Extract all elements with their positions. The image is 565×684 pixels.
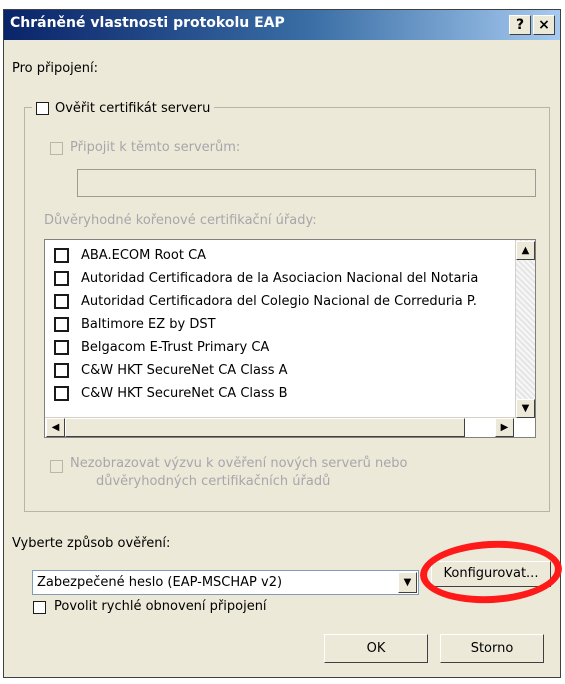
ca-label: Baltimore EZ by DST	[81, 316, 216, 332]
ca-list-item[interactable]: Baltimore EZ by DST	[54, 313, 216, 335]
scroll-down-button[interactable]: ▼	[516, 399, 535, 418]
horizontal-scrollbar[interactable]: ◀ ▶	[45, 417, 516, 437]
ok-button[interactable]: OK	[324, 634, 428, 663]
scroll-up-button[interactable]: ▲	[516, 241, 535, 260]
ca-list-item[interactable]: C&W HKT SecureNet CA Class B	[54, 382, 288, 404]
ca-label: C&W HKT SecureNet CA Class A	[81, 362, 288, 378]
ca-list-item[interactable]: Belgacom E-Trust Primary CA	[54, 336, 269, 358]
no-prompt-label-line1: Nezobrazovat výzvu k ověření nových serv…	[70, 456, 408, 471]
ca-checkbox[interactable]	[54, 247, 69, 263]
ca-checkbox[interactable]	[54, 339, 69, 355]
auth-method-select[interactable]: Zabezpečené heslo (EAP-MSCHAP v2) ▼	[32, 570, 419, 595]
ca-checkbox[interactable]	[54, 316, 69, 332]
ca-label: Autoridad Certificadora de la Asociacion…	[81, 270, 479, 286]
chevron-down-icon[interactable]: ▼	[398, 572, 417, 593]
ca-label: C&W HKT SecureNet CA Class B	[81, 385, 288, 401]
help-button[interactable]: ?	[509, 15, 531, 35]
auth-method-value: Zabezpečené heslo (EAP-MSCHAP v2)	[37, 575, 283, 590]
scroll-left-button[interactable]: ◀	[46, 418, 65, 437]
ca-list-item[interactable]: ABA.ECOM Root CA	[54, 244, 206, 266]
close-button[interactable]: ×	[533, 15, 555, 35]
connect-servers-label: Připojit k těmto serverům:	[70, 140, 241, 155]
trusted-ca-listbox[interactable]: ABA.ECOM Root CA Autoridad Certificadora …	[44, 239, 536, 438]
ca-list-item[interactable]: Autoridad Certificadora de la Asociacion…	[54, 267, 478, 289]
title-bar[interactable]: Chráněné vlastnosti protokolu EAP ? ×	[4, 10, 560, 40]
vertical-scrollbar[interactable]: ▲ ▼	[515, 240, 535, 418]
eap-properties-dialog: Chráněné vlastnosti protokolu EAP ? × Pr…	[3, 9, 561, 678]
auth-method-label: Vyberte způsob ověření:	[12, 536, 171, 551]
ca-list-item[interactable]: C&W HKT SecureNet CA Class A	[54, 359, 288, 381]
trusted-ca-label: Důvěryhodné kořenové certifikační úřady:	[44, 213, 317, 228]
no-prompt-label-line2: důvěryhodných certifikačních úřadů	[96, 474, 331, 489]
connect-section-label: Pro připojení:	[12, 61, 99, 76]
ca-checkbox[interactable]	[54, 385, 69, 401]
configure-button[interactable]: Konfigurovat...	[431, 561, 551, 587]
ca-label: ABA.ECOM Root CA	[81, 247, 207, 263]
verify-cert-label: Ověřit certifikát serveru	[55, 100, 211, 116]
connect-servers-checkbox	[50, 142, 63, 155]
horizontal-scroll-thumb[interactable]	[65, 418, 465, 437]
scroll-right-button[interactable]: ▶	[495, 418, 514, 437]
cancel-button[interactable]: Storno	[440, 634, 544, 663]
verify-cert-legend: Ověřit certifikát serveru	[32, 99, 215, 117]
ca-list-item[interactable]: Autoridad Certificadora del Colegio Naci…	[54, 290, 477, 312]
ca-checkbox[interactable]	[54, 270, 69, 286]
no-prompt-checkbox	[50, 460, 63, 473]
ca-checkbox[interactable]	[54, 293, 69, 309]
ca-checkbox[interactable]	[54, 362, 69, 378]
ca-label: Autoridad Certificadora del Colegio Naci…	[81, 293, 477, 309]
fast-reconnect-checkbox[interactable]	[33, 601, 46, 614]
ca-label: Belgacom E-Trust Primary CA	[81, 339, 270, 355]
verify-cert-checkbox[interactable]	[36, 101, 49, 115]
servers-input	[77, 169, 536, 197]
fast-reconnect-label: Povolit rychlé obnovení připojení	[54, 599, 267, 614]
window-title: Chráněné vlastnosti protokolu EAP	[10, 15, 285, 31]
